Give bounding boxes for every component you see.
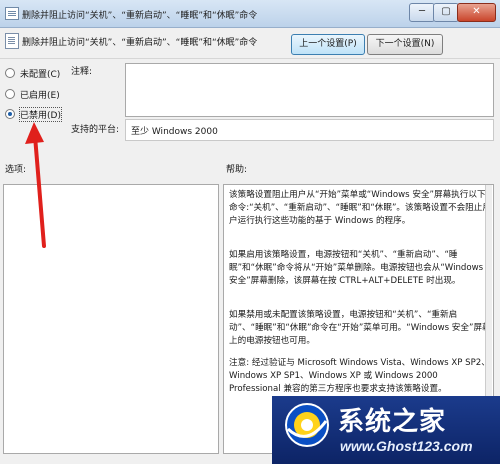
policy-document-icon — [5, 33, 19, 49]
help-label: 帮助: — [226, 165, 248, 175]
supported-platform-label: 支持的平台: — [71, 125, 120, 135]
help-paragraph: 如果禁用或未配置该策略设置，电源按钮和“关机”、“重新启动”、“睡眠”和“休眠”… — [229, 310, 491, 346]
help-paragraph: 注意: 经过验证与 Microsoft Windows Vista、Window… — [229, 358, 490, 394]
previous-setting-button[interactable]: 上一个设置(P) — [291, 34, 365, 55]
watermark-name: 系统之家 — [338, 407, 447, 437]
red-arrow-icon — [25, 122, 46, 248]
radio-circle-selected[interactable] — [5, 109, 15, 119]
options-label: 选项: — [5, 165, 27, 175]
header-divider — [0, 58, 500, 59]
radio-label: 未配置(C) — [20, 70, 61, 80]
radio-label: 已启用(E) — [20, 91, 60, 101]
window-title: 删除并阻止访问“关机”、“重新启动”、“睡眠”和“休眠”命令 — [22, 11, 258, 21]
supported-platform-value: 至少 Windows 2000 — [131, 127, 218, 137]
radio-circle[interactable] — [5, 68, 15, 78]
minimize-button[interactable]: ─ — [409, 3, 435, 22]
window-app-icon — [5, 7, 19, 20]
site-logo-icon — [285, 403, 329, 447]
help-paragraph: 该策略设置阻止用户从“开始”菜单或“Windows 安全”屏幕执行以下命令:“关… — [229, 190, 491, 226]
close-button[interactable]: ✕ — [457, 3, 496, 22]
policy-title: 删除并阻止访问“关机”、“重新启动”、“睡眠”和“休眠”命令 — [22, 38, 258, 48]
watermark-url: www.Ghost123.com — [340, 438, 473, 454]
radio-circle[interactable] — [5, 89, 15, 99]
comment-label: 注释: — [71, 67, 93, 77]
help-paragraph: 如果启用该策略设置，电源按钮和“关机”、“重新启动”、“睡眠”和“休眠”命令将从… — [229, 250, 484, 286]
maximize-button[interactable]: ▢ — [433, 3, 459, 22]
comment-textarea[interactable] — [125, 63, 494, 117]
next-setting-button[interactable]: 下一个设置(N) — [367, 34, 443, 55]
